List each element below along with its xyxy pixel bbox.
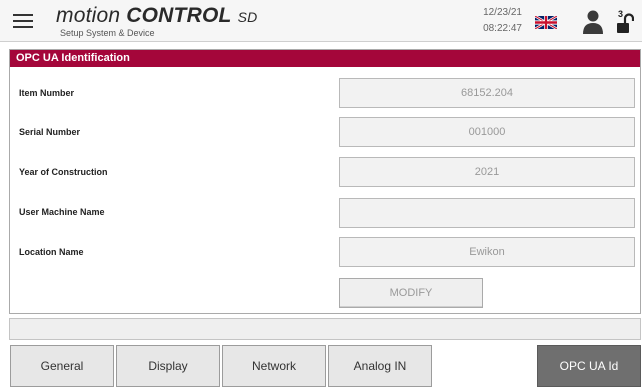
brand-prefix: motion bbox=[56, 4, 121, 27]
tab-network[interactable]: Network bbox=[222, 345, 326, 387]
app-subtitle: Setup System & Device bbox=[60, 28, 155, 38]
uk-flag-icon[interactable] bbox=[535, 16, 557, 29]
item-number-label: Item Number bbox=[19, 88, 75, 98]
user-machine-name-label: User Machine Name bbox=[19, 207, 105, 217]
item-number-field[interactable]: 68152.204 bbox=[339, 78, 635, 108]
user-icon[interactable] bbox=[583, 10, 603, 34]
location-name-field[interactable]: Ewikon bbox=[339, 237, 635, 267]
opc-ua-identification-panel: OPC UA Identification Item Number 68152.… bbox=[9, 49, 641, 314]
tab-general[interactable]: General bbox=[10, 345, 114, 387]
year-of-construction-label: Year of Construction bbox=[19, 167, 108, 177]
location-name-label: Location Name bbox=[19, 247, 84, 257]
date-display: 12/23/21 bbox=[483, 7, 522, 18]
hamburger-menu-icon[interactable] bbox=[13, 13, 33, 29]
tab-analog-in[interactable]: Analog IN bbox=[328, 345, 432, 387]
serial-number-field[interactable]: 001000 bbox=[339, 117, 635, 147]
user-machine-name-field[interactable] bbox=[339, 198, 635, 228]
app-header: motion CONTROL SD Setup System & Device … bbox=[0, 0, 642, 42]
status-bar bbox=[9, 318, 641, 340]
tab-opc-ua-id[interactable]: OPC UA Id bbox=[537, 345, 641, 387]
unlocked-padlock-icon[interactable] bbox=[616, 13, 634, 35]
brand-strong: CONTROL bbox=[126, 4, 232, 27]
year-of-construction-field[interactable]: 2021 bbox=[339, 157, 635, 187]
tab-display[interactable]: Display bbox=[116, 345, 220, 387]
panel-title: OPC UA Identification bbox=[10, 50, 640, 67]
brand-suffix: SD bbox=[237, 9, 258, 25]
serial-number-label: Serial Number bbox=[19, 127, 81, 137]
modify-button[interactable]: MODIFY bbox=[339, 278, 483, 308]
time-display: 08:22:47 bbox=[483, 23, 522, 34]
app-logo: motion CONTROL SD bbox=[56, 4, 257, 28]
